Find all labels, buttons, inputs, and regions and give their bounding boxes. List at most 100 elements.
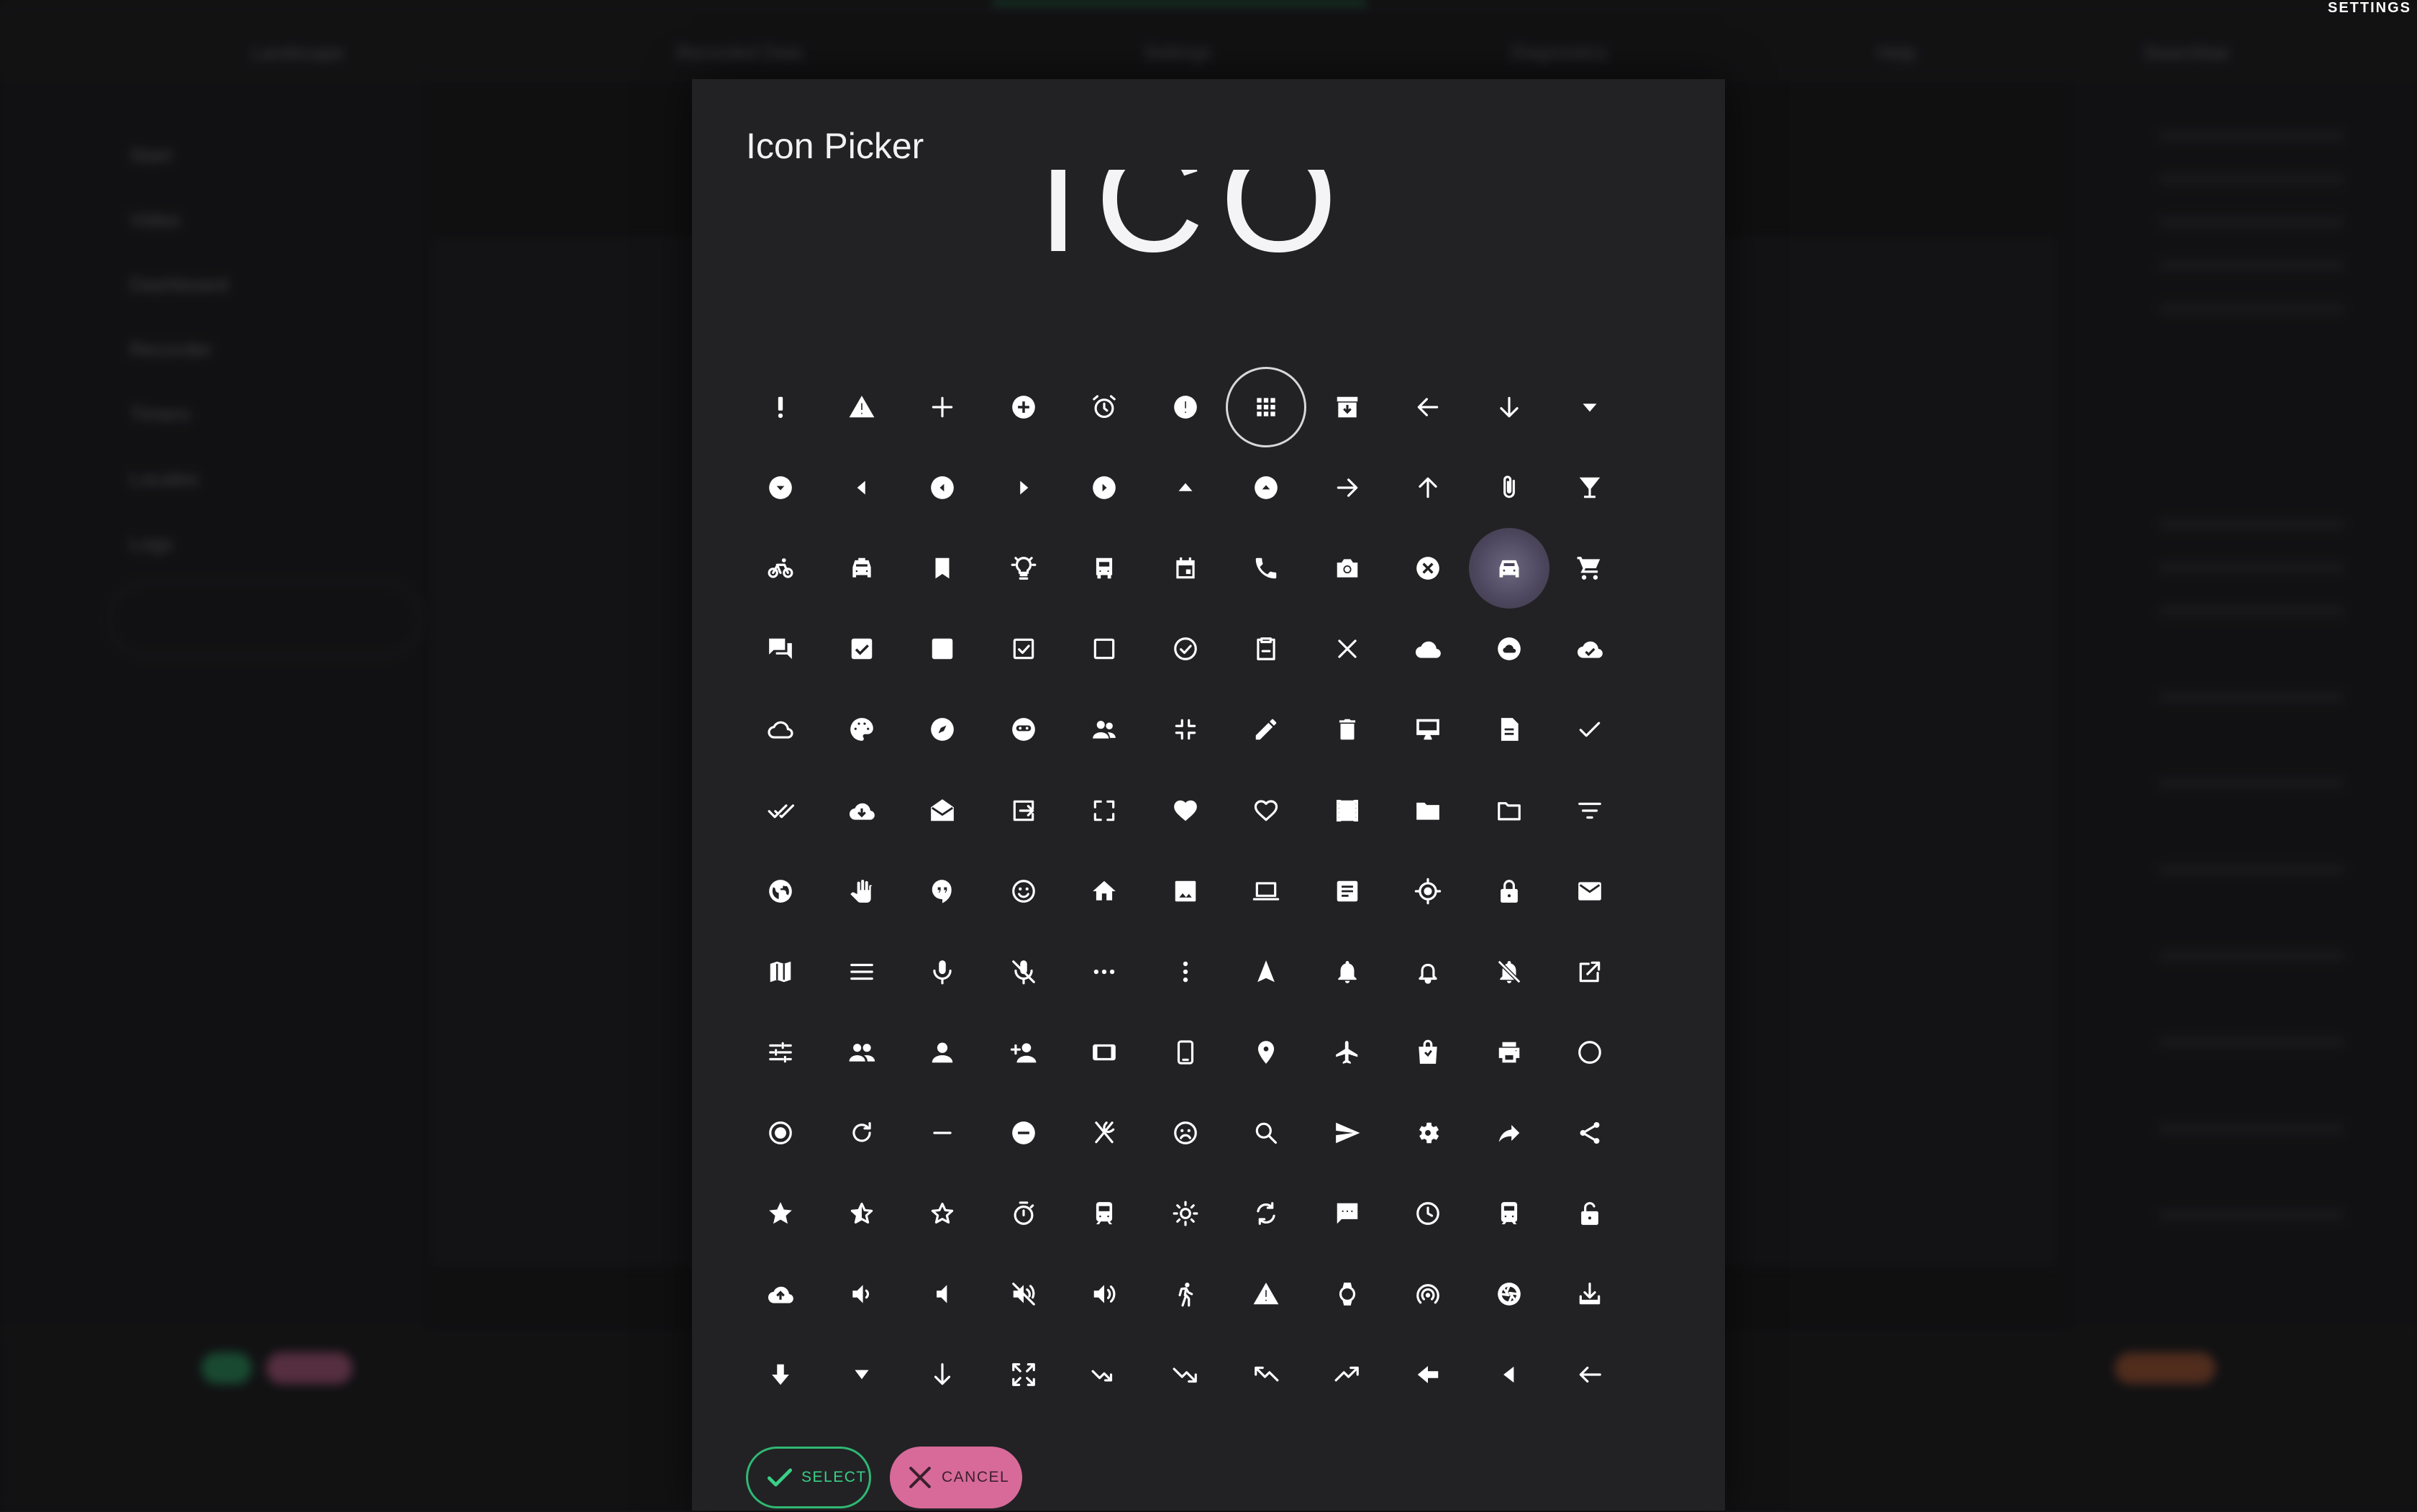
icon-option-person-add[interactable] — [983, 1012, 1065, 1093]
icon-option-train[interactable] — [1469, 1173, 1550, 1254]
icon-option-alarm[interactable] — [1064, 367, 1145, 447]
icon-option-content-paste[interactable] — [1226, 609, 1307, 689]
icon-option-crop-landscape[interactable] — [1064, 1012, 1145, 1093]
icon-option-explore[interactable] — [902, 689, 983, 770]
icon-option-send[interactable] — [1307, 1093, 1388, 1173]
icon-option-more-vert[interactable] — [1145, 932, 1226, 1012]
icon-option-home[interactable] — [1064, 851, 1145, 932]
icon-option-menu[interactable] — [821, 932, 903, 1012]
icon-option-directions-bike[interactable] — [740, 528, 821, 609]
icon-option-image[interactable] — [1145, 851, 1226, 932]
icon-option-arrow-left-circle[interactable] — [902, 447, 983, 528]
icon-option-local-movies[interactable] — [1307, 770, 1388, 850]
icon-option-local-bar[interactable] — [1549, 447, 1631, 528]
icon-option-refresh[interactable] — [821, 1093, 903, 1173]
icon-option-wb-sunny[interactable] — [1145, 1173, 1226, 1254]
icon-option-check-box-outline[interactable] — [983, 609, 1065, 689]
icon-option-call[interactable] — [1226, 528, 1307, 609]
icon-option-flight[interactable] — [1307, 1012, 1388, 1093]
icon-option-radio-button-checked[interactable] — [740, 1093, 821, 1173]
icon-option-volume-down[interactable] — [821, 1254, 903, 1334]
icon-option-cloud-circle[interactable] — [1469, 609, 1550, 689]
icon-option-notifications[interactable] — [1307, 932, 1388, 1012]
icon-option-delete[interactable] — [1307, 689, 1388, 770]
icon-option-sync[interactable] — [1226, 1173, 1307, 1254]
icon-option-south[interactable] — [902, 1334, 983, 1415]
icon-option-system-update-alt[interactable] — [1549, 1254, 1631, 1334]
icon-option-fullscreen[interactable] — [1064, 770, 1145, 850]
icon-option-arrow-drop-up[interactable] — [1145, 447, 1226, 528]
icon-option-arrow-left[interactable] — [821, 447, 903, 528]
icon-option-star-half[interactable] — [821, 1173, 903, 1254]
icon-option-open-in-new[interactable] — [1549, 932, 1631, 1012]
icon-option-arrow-forward[interactable] — [1307, 447, 1388, 528]
icon-option-insert-emoticon[interactable] — [983, 851, 1065, 932]
icon-option-arrow-drop-down-small[interactable] — [821, 1334, 903, 1415]
icon-option-search[interactable] — [1226, 1093, 1307, 1173]
icon-option-arrow-upward[interactable] — [1388, 447, 1469, 528]
icon-option-cloud-done[interactable] — [1549, 609, 1631, 689]
icon-option-mic-off[interactable] — [983, 932, 1065, 1012]
icon-option-volume-off[interactable] — [983, 1254, 1065, 1334]
icon-option-laptop[interactable] — [1226, 851, 1307, 932]
icon-option-cloud-download[interactable] — [821, 770, 903, 850]
icon-option-camera[interactable] — [1469, 1254, 1550, 1334]
icon-option-attach-file[interactable] — [1469, 447, 1550, 528]
icon-option-fullscreen-exit[interactable] — [1145, 689, 1226, 770]
icon-option-sentiment-dissatisfied[interactable] — [1145, 1093, 1226, 1173]
icon-option-print[interactable] — [1469, 1012, 1550, 1093]
icon-option-person[interactable] — [902, 1012, 983, 1093]
icon-option-done[interactable] — [1549, 689, 1631, 770]
icon-option-west[interactable] — [1549, 1334, 1631, 1415]
icon-option-backup[interactable] — [740, 1254, 821, 1334]
icon-option-lock-open[interactable] — [1549, 1173, 1631, 1254]
icon-option-arrow-downward-bold[interactable] — [740, 1334, 821, 1415]
icon-option-library-books[interactable] — [1307, 851, 1388, 932]
icon-option-lock[interactable] — [1469, 851, 1550, 932]
icon-option-check-circle-outline[interactable] — [1145, 609, 1226, 689]
icon-option-archive[interactable] — [1307, 367, 1388, 447]
icon-option-add-circle[interactable] — [983, 367, 1065, 447]
icon-option-check-box[interactable] — [821, 609, 903, 689]
icon-option-pan-tool[interactable] — [821, 851, 903, 932]
icon-option-priority-high[interactable] — [740, 367, 821, 447]
icon-option-close[interactable] — [1307, 609, 1388, 689]
icon-option-arrow-back[interactable] — [1388, 367, 1469, 447]
icon-option-timer[interactable] — [983, 1173, 1065, 1254]
icon-option-error[interactable] — [1145, 367, 1226, 447]
icon-option-watch[interactable] — [1307, 1254, 1388, 1334]
icon-option-cloud-outline[interactable] — [740, 689, 821, 770]
icon-option-arrow-drop-down[interactable] — [1549, 367, 1631, 447]
icon-option-settings[interactable] — [1388, 1093, 1469, 1173]
icon-option-directions-car[interactable] — [1468, 528, 1550, 609]
icon-option-local-taxi[interactable] — [821, 528, 903, 609]
icon-option-people[interactable] — [821, 1012, 903, 1093]
icon-option-map[interactable] — [740, 932, 821, 1012]
icon-option-done-all[interactable] — [740, 770, 821, 850]
icon-option-sms[interactable] — [1307, 1173, 1388, 1254]
icon-option-trending-up[interactable] — [1307, 1334, 1388, 1415]
icon-option-restaurant[interactable] — [1064, 1093, 1145, 1173]
icon-option-phone-android[interactable] — [1145, 1012, 1226, 1093]
icon-option-event[interactable] — [1145, 528, 1226, 609]
icon-option-local-mall[interactable] — [1388, 1012, 1469, 1093]
icon-option-chat[interactable] — [740, 609, 821, 689]
icon-option-star[interactable] — [740, 1173, 821, 1254]
icon-option-wifi-tethering[interactable] — [1388, 1254, 1469, 1334]
icon-option-apps[interactable] — [1226, 367, 1307, 448]
icon-option-navigation[interactable] — [1226, 932, 1307, 1012]
icon-option-volume-up[interactable] — [1064, 1254, 1145, 1334]
icon-option-description[interactable] — [1469, 689, 1550, 770]
icon-option-filter-list[interactable] — [1549, 770, 1631, 850]
icon-option-favorite[interactable] — [1145, 770, 1226, 850]
icon-option-arrow-downward[interactable] — [1469, 367, 1550, 447]
icon-option-volume-mute[interactable] — [902, 1254, 983, 1334]
icon-option-my-location[interactable] — [1388, 851, 1469, 932]
icon-option-remove[interactable] — [902, 1093, 983, 1173]
icon-option-directions-bus[interactable] — [1064, 528, 1145, 609]
icon-option-check-box-filled[interactable] — [902, 609, 983, 689]
icon-option-mic[interactable] — [902, 932, 983, 1012]
icon-option-zoom-out-map[interactable] — [983, 1334, 1065, 1415]
icon-option-supervisor-account[interactable] — [1064, 689, 1145, 770]
icon-option-arrow-right[interactable] — [983, 447, 1065, 528]
